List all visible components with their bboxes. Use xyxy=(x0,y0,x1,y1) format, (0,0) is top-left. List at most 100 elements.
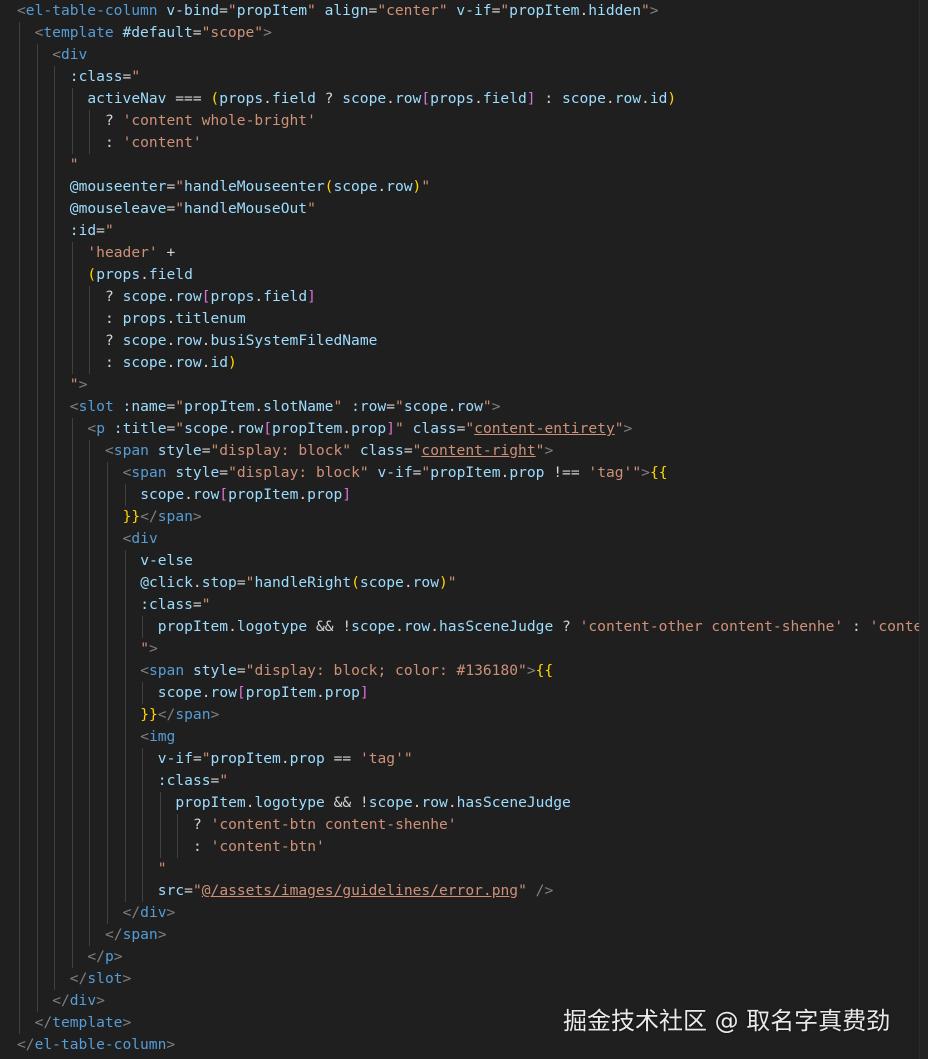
code-token: > xyxy=(113,948,123,965)
code-editor[interactable]: <el-table-column v-bind="propItem" align… xyxy=(0,0,928,1059)
code-token: "scope" xyxy=(201,24,264,41)
code-token: titlenum xyxy=(175,310,246,327)
indent-guide xyxy=(107,462,108,924)
code-token: = xyxy=(210,772,220,789)
code-line[interactable]: propItem.logotype && !scope.row.hasScene… xyxy=(175,792,570,814)
code-token: > xyxy=(78,376,88,393)
code-line[interactable]: <div xyxy=(123,528,158,550)
indent-guide xyxy=(89,440,91,946)
code-token: . xyxy=(403,574,413,591)
code-line[interactable]: </slot> xyxy=(70,968,132,990)
code-line[interactable]: : props.titlenum xyxy=(105,308,246,330)
code-line[interactable]: }}</span> xyxy=(140,704,219,726)
code-token: > xyxy=(192,508,202,525)
code-line[interactable]: :class=" xyxy=(140,594,210,616)
code-line[interactable]: (props.field xyxy=(87,264,192,286)
code-token: 'header' xyxy=(87,244,158,261)
code-line[interactable]: " xyxy=(158,858,167,880)
code-line[interactable]: </template> xyxy=(35,1012,132,1034)
code-token: style xyxy=(175,464,220,481)
code-token: {{ xyxy=(649,464,668,481)
code-token: " xyxy=(395,398,404,415)
code-token: " xyxy=(201,750,211,767)
code-line[interactable]: </div> xyxy=(52,990,105,1012)
code-token: . xyxy=(140,266,149,283)
code-line[interactable]: }}</span> xyxy=(123,506,202,528)
code-token: propItem xyxy=(271,420,343,437)
code-token: > xyxy=(526,662,536,679)
code-line[interactable]: <template #default="scope"> xyxy=(35,22,272,44)
code-line[interactable]: <p :title="scope.row[propItem.prop]" cla… xyxy=(87,418,632,440)
code-line[interactable]: </el-table-column> xyxy=(17,1034,175,1056)
code-line[interactable]: @click.stop="handleRight(scope.row)" xyxy=(140,572,456,594)
code-line[interactable]: ? 'content whole-bright' xyxy=(105,110,316,132)
code-token: "center" xyxy=(377,2,448,19)
code-token: props xyxy=(122,310,167,327)
code-line[interactable]: <span style="display: block" v-if="propI… xyxy=(123,462,668,484)
code-line[interactable]: v-if="propItem.prop == 'tag'" xyxy=(158,748,413,770)
code-token: scope xyxy=(342,90,387,107)
code-line[interactable]: v-else xyxy=(140,550,193,572)
code-line[interactable]: :class=" xyxy=(70,66,140,88)
code-token: ) xyxy=(667,90,677,107)
code-token: propItem xyxy=(236,2,307,19)
code-token: . xyxy=(500,464,510,481)
code-line[interactable]: scope.row[propItem.prop] xyxy=(158,682,369,704)
code-line[interactable]: : 'content' xyxy=(105,132,202,154)
code-line[interactable]: <slot :name="propItem.slotName" :row="sc… xyxy=(70,396,501,418)
code-token: #default xyxy=(122,24,193,41)
code-token: </ xyxy=(140,508,158,525)
code-line[interactable]: :id=" xyxy=(70,220,114,242)
code-line[interactable]: <span style="display: block; color: #136… xyxy=(140,660,553,682)
code-line[interactable]: : 'content-btn' xyxy=(193,836,325,858)
code-token: :row xyxy=(351,398,387,415)
code-line[interactable]: <img xyxy=(140,726,175,748)
code-token: handleRight xyxy=(254,574,352,591)
code-token: hasSceneJudge xyxy=(456,794,571,811)
code-line[interactable]: @mouseleave="handleMouseOut" xyxy=(70,198,316,220)
scrollbar-thumb[interactable] xyxy=(920,0,928,1059)
code-token: . xyxy=(447,398,457,415)
code-line[interactable]: </span> xyxy=(105,924,167,946)
code-token: activeNav xyxy=(87,90,167,107)
code-line[interactable]: ? 'content-btn content-shenhe' xyxy=(193,814,457,836)
code-token: span xyxy=(131,464,167,481)
indent-guide xyxy=(71,88,73,154)
code-line[interactable]: "> xyxy=(70,374,88,396)
code-line[interactable]: activeNav === (props.field ? scope.row[p… xyxy=(87,88,676,110)
code-token: > xyxy=(157,926,167,943)
code-line[interactable]: src="@/assets/images/guidelines/error.pn… xyxy=(158,880,553,902)
code-line[interactable]: ? scope.row[props.field] xyxy=(105,286,316,308)
code-token: busiSystemFiledName xyxy=(210,332,378,349)
code-line[interactable]: @mouseenter="handleMouseenter(scope.row)… xyxy=(70,176,430,198)
code-token: . xyxy=(430,618,440,635)
code-token: " xyxy=(104,222,114,239)
code-line[interactable]: : scope.row.id) xyxy=(105,352,237,374)
code-line[interactable]: " xyxy=(70,154,79,176)
code-token: span xyxy=(157,508,193,525)
code-token: div xyxy=(140,904,167,921)
code-token: :title xyxy=(113,420,167,437)
code-line[interactable]: </div> xyxy=(123,902,176,924)
code-token: > xyxy=(649,2,659,19)
code-token: . xyxy=(166,310,176,327)
vertical-scrollbar[interactable] xyxy=(919,0,928,1059)
code-line[interactable]: <el-table-column v-bind="propItem" align… xyxy=(17,0,659,22)
code-token: @mouseleave xyxy=(69,200,167,217)
code-line[interactable]: ? scope.row.busiSystemFiledName xyxy=(105,330,377,352)
code-line[interactable]: :class=" xyxy=(158,770,228,792)
code-line[interactable]: propItem.logotype && !scope.row.hasScene… xyxy=(158,616,928,638)
code-line[interactable]: 'header' + xyxy=(87,242,175,264)
code-token: row xyxy=(456,398,483,415)
code-token: :id xyxy=(69,222,97,239)
code-token: p xyxy=(104,948,114,965)
code-token: " xyxy=(640,2,650,19)
code-token: scope xyxy=(359,574,404,591)
code-token: ? xyxy=(105,288,123,305)
code-line[interactable]: </p> xyxy=(87,946,122,968)
code-line[interactable]: scope.row[propItem.prop] xyxy=(140,484,351,506)
code-line[interactable]: <div xyxy=(52,44,87,66)
code-line[interactable]: "> xyxy=(140,638,158,660)
code-line[interactable]: <span style="display: block" class="cont… xyxy=(105,440,553,462)
